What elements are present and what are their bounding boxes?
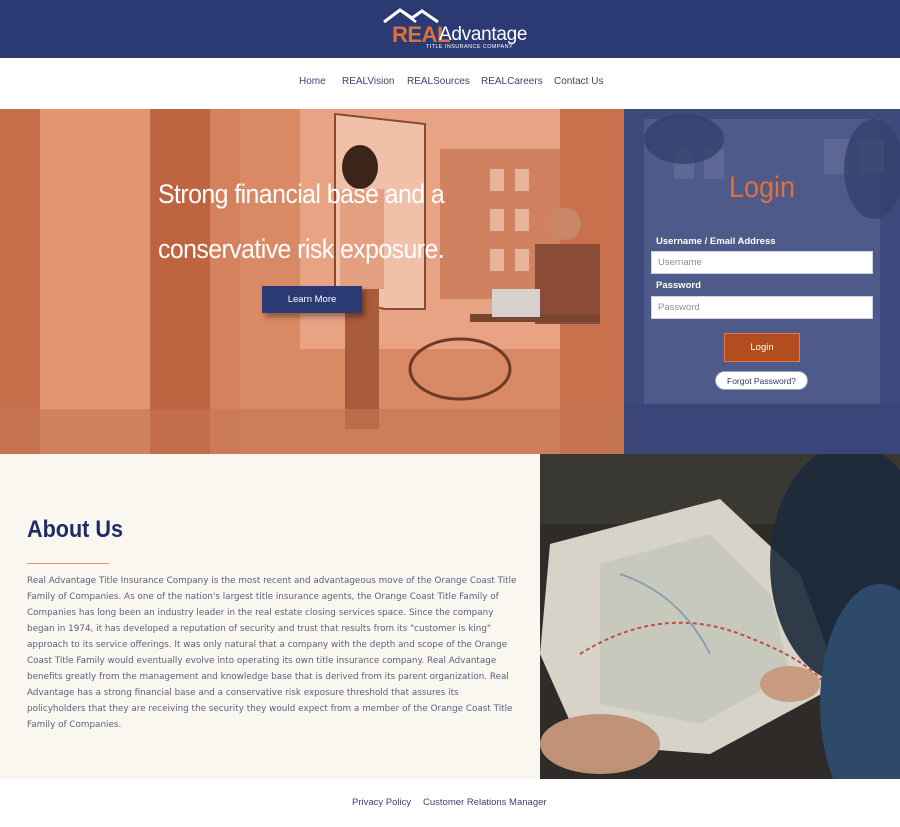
brand-advantage: Advantage	[439, 24, 528, 45]
hero-office-photo	[0, 109, 624, 454]
hero-headline: Strong financial base and a conservative…	[158, 167, 471, 277]
nav-item-realcareers[interactable]: REALCareers	[481, 76, 543, 87]
top-header: REAL Advantage TITLE INSURANCE COMPANY	[0, 0, 900, 58]
footer: Privacy Policy Customer Relations Manage…	[0, 779, 900, 827]
brand-logo[interactable]: REAL Advantage TITLE INSURANCE COMPANY	[382, 6, 527, 52]
login-title: Login	[728, 171, 796, 204]
forgot-password-button[interactable]: Forgot Password?	[715, 371, 808, 390]
main-nav: Home REALVision REALSources REALCareers …	[0, 58, 900, 109]
password-label: Password	[656, 280, 701, 291]
nav-item-realsources[interactable]: REALSources	[407, 76, 470, 87]
about-section: About Us Real Advantage Title Insurance …	[0, 454, 540, 779]
nav-item-realvision[interactable]: REALVision	[342, 76, 394, 87]
about-body: Real Advantage Title Insurance Company i…	[27, 576, 517, 730]
hero-banner: Strong financial base and a conservative…	[0, 109, 624, 454]
login-button[interactable]: Login	[724, 333, 800, 362]
nav-item-contact-us[interactable]: Contact Us	[554, 76, 603, 87]
brand-tagline: TITLE INSURANCE COMPANY	[426, 44, 514, 50]
customer-relations-link[interactable]: Customer Relations Manager	[423, 797, 547, 808]
password-input[interactable]	[651, 296, 873, 319]
nav-item-home[interactable]: Home	[299, 76, 326, 87]
map-photo	[540, 454, 900, 779]
hero-headline-line2: conservative risk exposure.	[158, 234, 445, 264]
map-reading-image	[540, 454, 900, 779]
learn-more-button[interactable]: Learn More	[262, 286, 362, 313]
login-panel: Login Username / Email Address Password …	[624, 109, 900, 454]
username-input[interactable]	[651, 251, 873, 274]
privacy-policy-link[interactable]: Privacy Policy	[352, 797, 411, 808]
about-divider	[27, 563, 109, 564]
hero-headline-line1: Strong financial base and a	[158, 179, 445, 209]
about-title: About Us	[27, 516, 123, 543]
username-label: Username / Email Address	[656, 236, 776, 247]
